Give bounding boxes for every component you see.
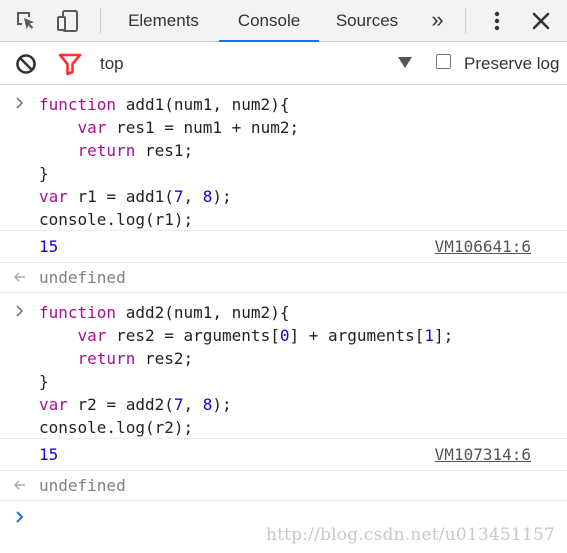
kebab-menu-icon[interactable]: [482, 6, 512, 36]
tab-console[interactable]: Console: [219, 0, 319, 42]
code-keyword: var: [39, 395, 68, 414]
console-log-message: 15 VM106641:6: [0, 231, 567, 263]
code-line: console.log(r2);: [39, 416, 193, 439]
code-line: function add1(num1, num2){: [39, 93, 289, 116]
code-keyword: var: [39, 187, 68, 206]
preserve-log-checkbox[interactable]: [436, 54, 451, 69]
code-number: 7: [173, 187, 184, 206]
tab-sources[interactable]: Sources: [324, 0, 410, 41]
code-text: res2;: [135, 349, 194, 368]
preserve-log-label: Preserve log: [464, 54, 560, 73]
console-log-message: 15 VM107314:6: [0, 439, 567, 471]
code-number: 7: [173, 395, 184, 414]
code-keyword: var: [77, 326, 107, 345]
watermark: http://blog.csdn.net/u013451157: [265, 525, 555, 545]
input-chevron-icon: [12, 303, 28, 319]
chevron-down-icon[interactable]: [398, 57, 412, 68]
code-line: var r2 = add2(7, 8);: [39, 393, 232, 416]
code-text: r2 = add2(: [67, 395, 174, 414]
code-text: }: [39, 164, 49, 183]
clear-console-icon[interactable]: [11, 49, 41, 79]
code-line: var r1 = add1(7, 8);: [39, 185, 232, 208]
code-keyword: return: [77, 141, 136, 160]
code-text: res1 = num1 + num2;: [106, 118, 300, 137]
log-value: 15: [39, 445, 59, 464]
code-line: function add2(num1, num2){: [39, 301, 289, 324]
code-text: add1(num1, num2){: [116, 95, 290, 114]
result-value: undefined: [39, 476, 126, 495]
code-text: }: [39, 372, 49, 391]
code-text: ,: [183, 187, 203, 206]
inspect-element-icon[interactable]: [11, 6, 41, 36]
code-text: console.log(r2);: [39, 418, 194, 437]
toolbar-divider: [100, 8, 101, 34]
toolbar-divider: [465, 8, 466, 34]
result-arrow-icon: [12, 269, 28, 285]
code-number: 8: [202, 395, 213, 414]
result-value: undefined: [39, 268, 126, 287]
source-link[interactable]: VM107314:6: [435, 443, 531, 466]
console-messages: function add1(num1, num2){ var res1 = nu…: [0, 85, 567, 553]
code-line: return res1;: [39, 139, 194, 162]
console-result-message: undefined: [0, 471, 567, 501]
device-toolbar-icon[interactable]: [53, 6, 83, 36]
code-text: add2(num1, num2){: [116, 303, 290, 322]
prompt-chevron-icon: [12, 509, 28, 525]
close-icon[interactable]: [526, 6, 556, 36]
source-link[interactable]: VM106641:6: [435, 235, 531, 258]
console-input-message: function add1(num1, num2){ var res1 = nu…: [0, 85, 567, 231]
log-value: 15: [39, 237, 59, 256]
code-line: console.log(r1);: [39, 208, 193, 231]
console-result-message: undefined: [0, 263, 567, 293]
code-text: res1;: [135, 141, 194, 160]
execution-context-selector[interactable]: top: [100, 42, 124, 86]
result-arrow-icon: [12, 477, 28, 493]
code-line: }: [39, 162, 49, 185]
console-input-message: function add2(num1, num2){ var res2 = ar…: [0, 293, 567, 439]
code-line: return res2;: [39, 347, 194, 370]
tab-elements[interactable]: Elements: [112, 0, 215, 41]
devtools-tab-bar: Elements Console Sources »: [0, 0, 567, 42]
console-toolbar: top Preserve log: [0, 42, 567, 85]
code-text: console.log(r1);: [39, 210, 194, 229]
code-line: var res2 = arguments[0] + arguments[1];: [39, 324, 454, 347]
code-text: );: [212, 395, 232, 414]
code-text: ];: [433, 326, 454, 345]
filter-icon[interactable]: [55, 49, 85, 79]
code-keyword: var: [77, 118, 107, 137]
code-text: ] + arguments[: [289, 326, 425, 345]
code-text: ,: [183, 395, 203, 414]
more-tabs-icon[interactable]: »: [424, 0, 448, 42]
code-line: var res1 = num1 + num2;: [39, 116, 300, 139]
code-keyword: return: [77, 349, 136, 368]
code-number: 8: [202, 187, 213, 206]
input-chevron-icon: [12, 95, 28, 111]
code-number: 1: [424, 326, 434, 345]
code-text: );: [212, 187, 232, 206]
code-line: }: [39, 370, 49, 393]
code-text: r1 = add1(: [67, 187, 174, 206]
code-keyword: function: [39, 303, 117, 322]
code-text: res2 = arguments[: [106, 326, 280, 345]
code-keyword: function: [39, 95, 117, 114]
